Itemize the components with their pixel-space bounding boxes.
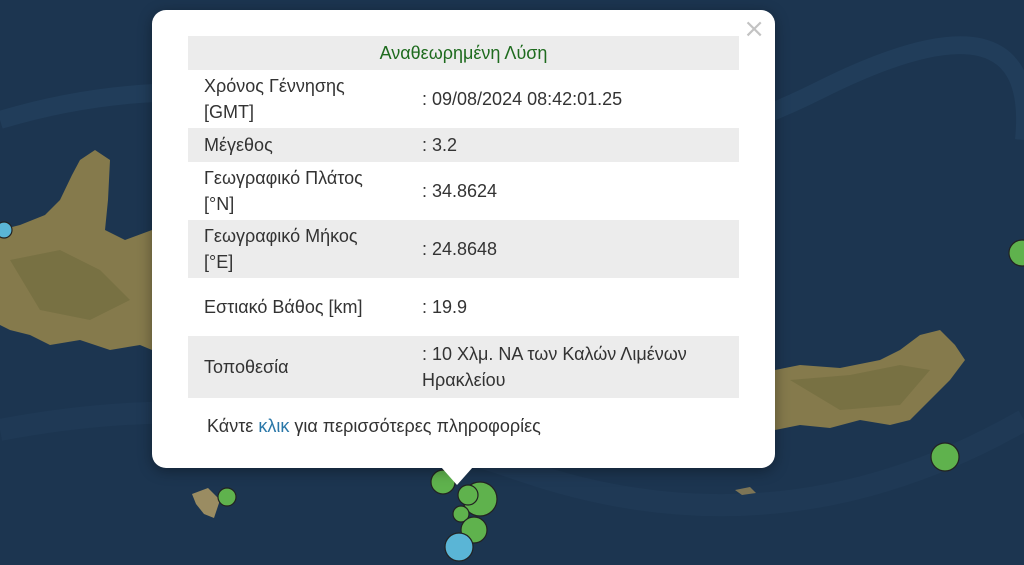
quake-marker-latest xyxy=(444,532,474,562)
more-info-text: Κάντε κλικ για περισσότερες πληροφορίες xyxy=(207,416,541,437)
more-info-link[interactable]: κλικ xyxy=(258,416,289,436)
close-icon[interactable]: × xyxy=(743,16,765,42)
quake-marker xyxy=(0,221,13,239)
footer-before: Κάντε xyxy=(207,416,259,436)
origin-time-label: Χρόνος Γέννησης [GMT] xyxy=(204,76,345,122)
event-popup: × Αναθεωρημένη Λύση Χρόνος Γέννησης [GMT… xyxy=(152,10,775,468)
location-value: : 10 Χλμ. ΝΑ των Καλών Λιμένων Ηρακλείου xyxy=(398,336,739,398)
latitude-label: Γεωγραφικό Πλάτος [°N] xyxy=(204,168,363,214)
depth-value: : 19.9 xyxy=(422,297,468,317)
latitude-value: : 34.8624 xyxy=(422,181,498,201)
popup-pointer xyxy=(441,467,473,485)
footer-after: για περισσότερες πληροφορίες xyxy=(289,416,541,436)
popup-title: Αναθεωρημένη Λύση xyxy=(188,36,739,70)
origin-time-value: : 09/08/2024 08:42:01.25 xyxy=(422,89,623,109)
quake-marker xyxy=(930,442,960,472)
quake-marker xyxy=(217,487,237,507)
longitude-label: Γεωγραφικό Μήκος [°E] xyxy=(188,220,398,278)
depth-label: Εστιακό Βάθος [km] xyxy=(204,297,363,317)
magnitude-value: : 3.2 xyxy=(398,128,739,162)
event-details-table: Αναθεωρημένη Λύση Χρόνος Γέννησης [GMT] … xyxy=(188,36,739,398)
magnitude-label: Μέγεθος xyxy=(188,128,398,162)
longitude-value: : 24.8648 xyxy=(398,220,739,278)
quake-marker xyxy=(457,484,479,506)
location-label: Τοποθεσία xyxy=(188,336,398,398)
